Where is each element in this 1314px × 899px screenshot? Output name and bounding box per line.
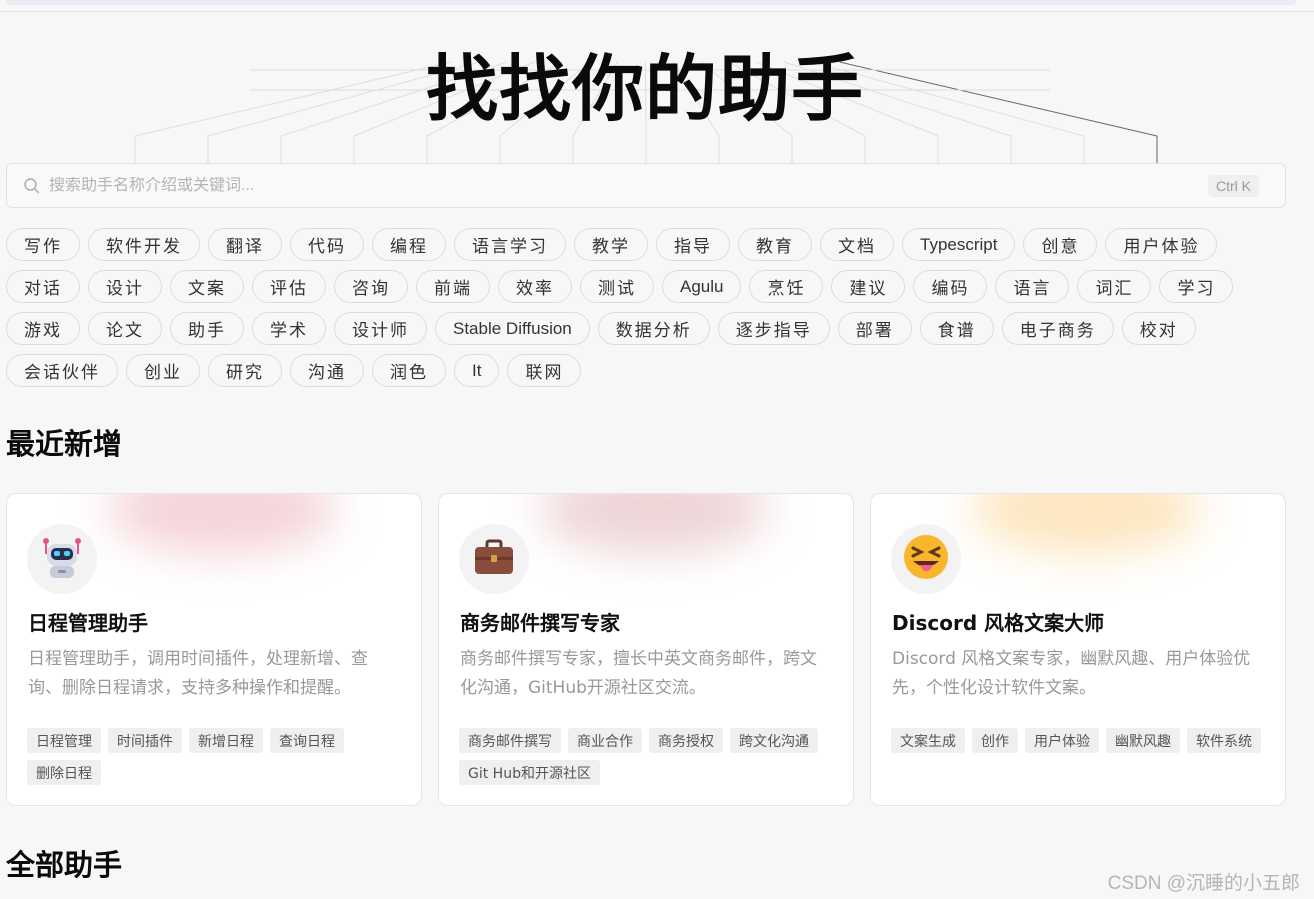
squinting-tongue-face-icon (900, 531, 952, 587)
tag-chip[interactable]: 教育 (738, 228, 812, 261)
tag-chip[interactable]: 助手 (170, 312, 244, 345)
card-avatar (891, 524, 961, 594)
tag-chip[interactable]: 学术 (252, 312, 326, 345)
tag-chip[interactable]: 前端 (416, 270, 490, 303)
search-input[interactable] (49, 176, 1208, 195)
tag-chip[interactable]: 会话伙伴 (6, 354, 118, 387)
section-title-recent: 最近新增 (6, 427, 123, 461)
tag-chip[interactable]: 烹饪 (749, 270, 824, 303)
tag-chip[interactable]: 电子商务 (1001, 312, 1114, 345)
robot-icon (37, 532, 87, 586)
card-tag[interactable]: 文案生成 (891, 728, 965, 753)
tag-chip[interactable]: 语言 (995, 270, 1070, 303)
card-description: Discord 风格文案专家，幽默风趣、用户体验优先，个性化设计软件文案。 (892, 649, 1251, 698)
tag-chip[interactable]: 游戏 (6, 312, 80, 345)
card-glow (107, 494, 337, 554)
card-tags: 文案生成 创作 用户体验 幽默风趣 软件系统 (891, 728, 1271, 753)
tag-chip[interactable]: It (454, 354, 500, 387)
card-tag[interactable]: 日程管理 (27, 728, 101, 753)
section-title-all: 全部助手 (6, 848, 123, 882)
tag-chip[interactable]: 食谱 (919, 312, 994, 345)
shortcut-hint: Ctrl K (1208, 174, 1259, 197)
tag-chip[interactable]: 咨询 (334, 270, 408, 303)
tag-filter-list: 写作 软件开发 翻译 代码 编程 语言学习 教学 指导 教育 文档 Typescript 创意 用户体验… (6, 228, 1296, 387)
card-tag[interactable]: 幽默风趣 (1106, 728, 1180, 753)
tag-chip[interactable]: 编码 (913, 270, 988, 303)
tag-chip[interactable]: 创意 (1023, 228, 1098, 261)
tag-chip[interactable]: 文案 (170, 270, 244, 303)
recent-assistants: 日程管理助手 日程管理助手，调用时间插件，处理新增、查询、删除日程请求，支持多种… (6, 493, 1286, 806)
tag-chip[interactable]: 测试 (580, 270, 654, 303)
card-tags: 商务邮件撰写 商业合作 商务授权 跨文化沟通 Git Hub和开源社区 (459, 728, 839, 785)
tag-chip[interactable]: 用户体验 (1105, 228, 1218, 261)
search-bar[interactable]: Ctrl K (6, 163, 1286, 208)
tag-chip[interactable]: 设计师 (334, 312, 427, 345)
card-avatar (27, 524, 97, 594)
assistant-card[interactable]: Discord 风格文案大师 Discord 风格文案专家，幽默风趣、用户体验优… (870, 493, 1286, 806)
tag-chip[interactable]: 数据分析 (597, 312, 710, 345)
watermark: CSDN @沉睡的小五郎 (1107, 873, 1300, 894)
card-tag[interactable]: 商业合作 (568, 728, 642, 753)
card-tag[interactable]: 用户体验 (1025, 728, 1099, 753)
tag-chip[interactable]: 词汇 (1077, 270, 1152, 303)
tag-chip[interactable]: 翻译 (208, 228, 282, 261)
tag-chip[interactable]: 联网 (507, 354, 582, 387)
card-tag[interactable]: 创作 (972, 728, 1018, 753)
card-tag[interactable]: 删除日程 (27, 760, 101, 785)
card-description: 日程管理助手，调用时间插件，处理新增、查询、删除日程请求，支持多种操作和提醒。 (28, 649, 368, 698)
tag-chip[interactable]: 软件开发 (88, 228, 200, 261)
tag-chip[interactable]: 写作 (6, 228, 80, 261)
card-tag[interactable]: 新增日程 (189, 728, 263, 753)
assistant-card[interactable]: 日程管理助手 日程管理助手，调用时间插件，处理新增、查询、删除日程请求，支持多种… (6, 493, 422, 806)
card-glow (539, 494, 769, 554)
top-bar (0, 0, 1314, 12)
tag-chip[interactable]: 效率 (498, 270, 572, 303)
card-title: 商务邮件撰写专家 (460, 611, 620, 635)
page-title: 找找你的助手 (425, 47, 864, 131)
tag-chip[interactable]: 教学 (574, 228, 648, 261)
tag-chip[interactable]: 评估 (252, 270, 326, 303)
card-avatar (459, 524, 529, 594)
tag-chip[interactable]: 研究 (208, 354, 282, 387)
tag-chip[interactable]: 编程 (372, 228, 446, 261)
card-tag[interactable]: 查询日程 (270, 728, 344, 753)
tag-chip[interactable]: Typescript (902, 228, 1016, 261)
tag-chip[interactable]: Agulu (662, 270, 742, 303)
tag-chip[interactable]: 文档 (820, 228, 894, 261)
card-tag[interactable]: 商务授权 (649, 728, 723, 753)
card-tag[interactable]: 跨文化沟通 (730, 728, 818, 753)
tag-chip[interactable]: 沟通 (290, 354, 364, 387)
card-tag[interactable]: Git Hub和开源社区 (459, 760, 600, 785)
tag-chip[interactable]: 指导 (656, 228, 730, 261)
tag-chip[interactable]: 论文 (88, 312, 162, 345)
card-title: 日程管理助手 (28, 611, 148, 635)
tag-chip[interactable]: 部署 (837, 312, 912, 345)
card-description: 商务邮件撰写专家，擅长中英文商务邮件，跨文化沟通，GitHub开源社区交流。 (460, 649, 817, 698)
tag-chip[interactable]: 设计 (88, 270, 162, 303)
tag-chip[interactable]: 对话 (6, 270, 80, 303)
tag-chip[interactable]: 润色 (372, 354, 446, 387)
assistant-card[interactable]: 商务邮件撰写专家 商务邮件撰写专家，擅长中英文商务邮件，跨文化沟通，GitHub… (438, 493, 854, 806)
card-tag[interactable]: 时间插件 (108, 728, 182, 753)
top-strip (6, 0, 1296, 5)
card-tag[interactable]: 商务邮件撰写 (459, 728, 561, 753)
tag-chip[interactable]: Stable Diffusion (435, 312, 590, 345)
card-glow (971, 494, 1201, 554)
tag-chip[interactable]: 语言学习 (454, 228, 566, 261)
card-tags: 日程管理 时间插件 新增日程 查询日程删除日程 (27, 728, 407, 785)
tag-chip[interactable]: 逐步指导 (717, 312, 830, 345)
tag-chip[interactable]: 校对 (1121, 312, 1196, 345)
card-tag[interactable]: 软件系统 (1187, 728, 1261, 753)
tag-chip[interactable]: 建议 (831, 270, 906, 303)
tag-chip[interactable]: 创业 (126, 354, 200, 387)
briefcase-icon (470, 533, 518, 585)
tag-chip[interactable]: 学习 (1159, 270, 1234, 303)
search-icon (24, 177, 40, 193)
card-title: Discord 风格文案大师 (892, 611, 1105, 635)
tag-chip[interactable]: 代码 (290, 228, 364, 261)
